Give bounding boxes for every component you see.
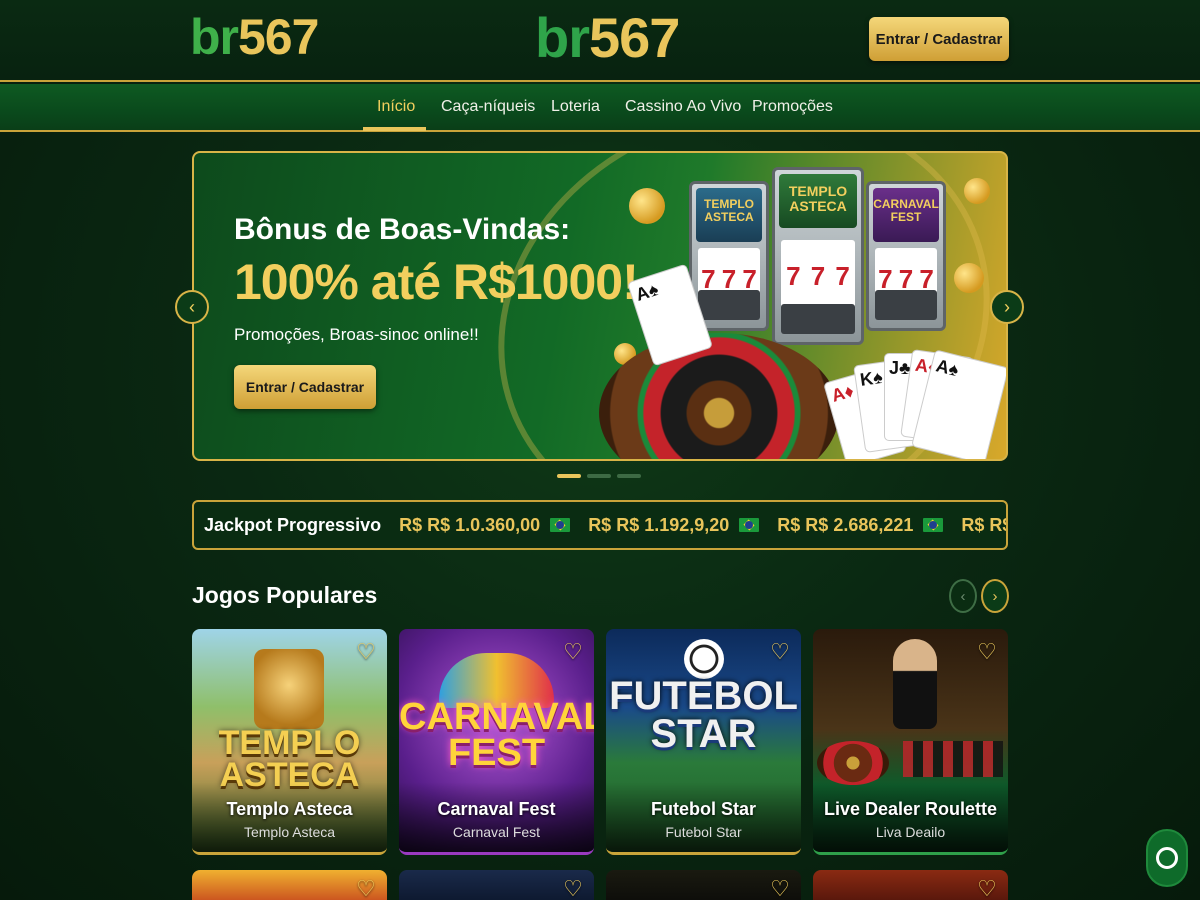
slot-title: TEMPLO ASTECA <box>779 174 857 228</box>
favorite-heart-icon[interactable]: ♡ <box>560 639 586 665</box>
coin-icon <box>954 263 984 293</box>
game-subtitle: Futebol Star <box>665 824 742 840</box>
game-subtitle: Carnaval Fest <box>452 824 541 840</box>
slot-base <box>875 290 937 320</box>
logo[interactable]: br567 <box>190 9 319 65</box>
game-card-carnaval-fest[interactable]: CARNAVAL FEST ♡ Carnaval Fest Carnaval F… <box>399 629 594 855</box>
nav-item-promocoes[interactable]: Promoções <box>752 84 833 130</box>
hero-subtitle: Promoções, Broas-sinoc online!! <box>234 325 479 344</box>
jackpot-amount: R$ R$ 1.0.657,0 <box>961 514 1006 535</box>
reel-symbol: 7 <box>835 260 850 291</box>
favorite-heart-icon[interactable]: ♡ <box>767 639 793 665</box>
favorite-heart-icon[interactable]: ♡ <box>974 639 1000 665</box>
main-nav: Início Caça-níqueis Loteria Cassino Ao V… <box>0 84 1200 132</box>
slot-title: CARNAVAL FEST <box>873 188 939 242</box>
game-card-live-dealer-roulette[interactable]: ♡ Live Dealer Roulette Liva Deailo <box>813 629 1008 855</box>
chat-button[interactable] <box>1146 829 1188 887</box>
chevron-left-icon: ‹ <box>189 296 195 317</box>
nav-item-cassino-ao-vivo[interactable]: Cassino Ao Vivo <box>625 84 741 130</box>
hero-amount: 100% até R$1000! <box>234 254 639 310</box>
carousel-dots <box>557 474 641 478</box>
game-card-partial[interactable]: ♡ <box>192 870 387 900</box>
games-next-button[interactable]: › <box>981 579 1009 613</box>
slot-title: TEMPLO ASTECA <box>696 188 762 242</box>
brazil-flag-icon <box>739 518 760 532</box>
game-card-templo-asteca[interactable]: TEMPLO ASTECA ♡ Templo Asteca Templo Ast… <box>192 629 387 855</box>
hero-next-button[interactable]: › <box>990 290 1024 324</box>
reel-symbol: 7 <box>786 260 801 291</box>
coin-icon <box>964 178 990 204</box>
nav-item-inicio[interactable]: Início <box>377 84 415 130</box>
jackpot-value: R$ R$ 1.0.657,0 <box>961 514 1006 536</box>
carousel-dot[interactable] <box>617 474 641 478</box>
hero-cta-button[interactable]: Entrar / Cadastrar <box>234 365 376 409</box>
login-register-button[interactable]: Entrar / Cadastrar <box>869 17 1009 61</box>
site-header: br567 br567 Entrar / Cadastrar <box>0 0 1200 82</box>
jackpot-label: Jackpot Progressivo <box>204 514 382 535</box>
jackpot-amount: R$ R$ 1.0.360,00 <box>399 514 541 535</box>
logo-number: 567 <box>238 9 319 65</box>
nav-item-caca-niqueis[interactable]: Caça-níqueis <box>441 84 535 130</box>
chevron-right-icon: › <box>992 587 998 605</box>
dealer-art <box>893 639 937 729</box>
brazil-flag-icon <box>550 518 571 532</box>
brazil-flag-icon <box>923 518 944 532</box>
favorite-heart-icon[interactable]: ♡ <box>353 876 379 900</box>
game-name: Carnaval Fest <box>437 799 556 819</box>
roulette-wheel-art <box>817 741 889 785</box>
chevron-right-icon: › <box>1004 296 1010 317</box>
reel-symbol: 7 <box>810 260 826 291</box>
section-title: Jogos Populares <box>192 582 378 608</box>
game-card-partial[interactable]: ♡ <box>813 870 1008 900</box>
center-logo-br: br <box>535 6 590 69</box>
favorite-heart-icon[interactable]: ♡ <box>767 876 793 900</box>
logo-br: br <box>190 9 239 65</box>
nav-active-indicator <box>363 127 426 131</box>
jackpot-value: R$ R$ 2.686,221 <box>777 514 944 536</box>
game-card-partial[interactable]: ♡ <box>606 870 801 900</box>
slot-base <box>781 304 855 334</box>
slot-machine-art: CARNAVAL FEST 7 7 7 <box>866 181 946 331</box>
game-name: Templo Asteca <box>226 799 353 819</box>
nav-item-loteria[interactable]: Loteria <box>551 84 600 130</box>
game-card-partial[interactable]: ♡ <box>399 870 594 900</box>
carousel-dot[interactable] <box>557 474 581 478</box>
betting-table-art <box>903 741 1003 777</box>
coin-icon <box>629 188 665 224</box>
center-logo-number: 567 <box>589 6 680 69</box>
favorite-heart-icon[interactable]: ♡ <box>560 876 586 900</box>
game-subtitle: Liva Deailo <box>875 824 946 840</box>
hero-banner[interactable]: Bônus de Boas-Vindas: 100% até R$1000! P… <box>192 151 1008 461</box>
center-logo[interactable]: br567 <box>535 10 680 66</box>
aztec-mask-art <box>254 649 324 729</box>
jackpot-amount: R$ R$ 1.192,9,20 <box>588 514 730 535</box>
jackpot-value: R$ R$ 1.192,9,20 <box>588 514 760 536</box>
jackpot-value: R$ R$ 1.0.360,00 <box>399 514 571 536</box>
slot-reels: 7 7 7 <box>781 240 855 312</box>
chat-icon <box>1156 847 1178 869</box>
slot-base <box>698 290 760 320</box>
hero-title: Bônus de Boas-Vindas: <box>234 213 571 246</box>
slot-machine-art: TEMPLO ASTECA 7 7 7 <box>772 167 864 345</box>
carousel-dot[interactable] <box>587 474 611 478</box>
game-name: Live Dealer Roulette <box>823 799 998 819</box>
game-subtitle: Templo Asteca <box>243 824 336 840</box>
game-art-title: CARNAVAL FEST <box>399 696 594 775</box>
soccer-ball-icon <box>684 639 724 679</box>
jackpot-ticker: Jackpot Progressivo R$ R$ 1.0.360,00 R$ … <box>192 500 1008 550</box>
game-name: Futebol Star <box>650 799 756 819</box>
hero-prev-button[interactable]: ‹ <box>175 290 209 324</box>
slot-machine-art: TEMPLO ASTECA 7 7 7 <box>689 181 769 331</box>
games-prev-button[interactable]: ‹ <box>949 579 977 613</box>
chevron-left-icon: ‹ <box>960 587 966 605</box>
jackpot-amount: R$ R$ 2.686,221 <box>777 514 914 535</box>
favorite-heart-icon[interactable]: ♡ <box>974 876 1000 900</box>
favorite-heart-icon[interactable]: ♡ <box>353 639 379 665</box>
game-card-futebol-star[interactable]: FUTEBOL STAR ♡ Futebol Star Futebol Star <box>606 629 801 855</box>
game-art-title: FUTEBOL STAR <box>609 674 798 756</box>
